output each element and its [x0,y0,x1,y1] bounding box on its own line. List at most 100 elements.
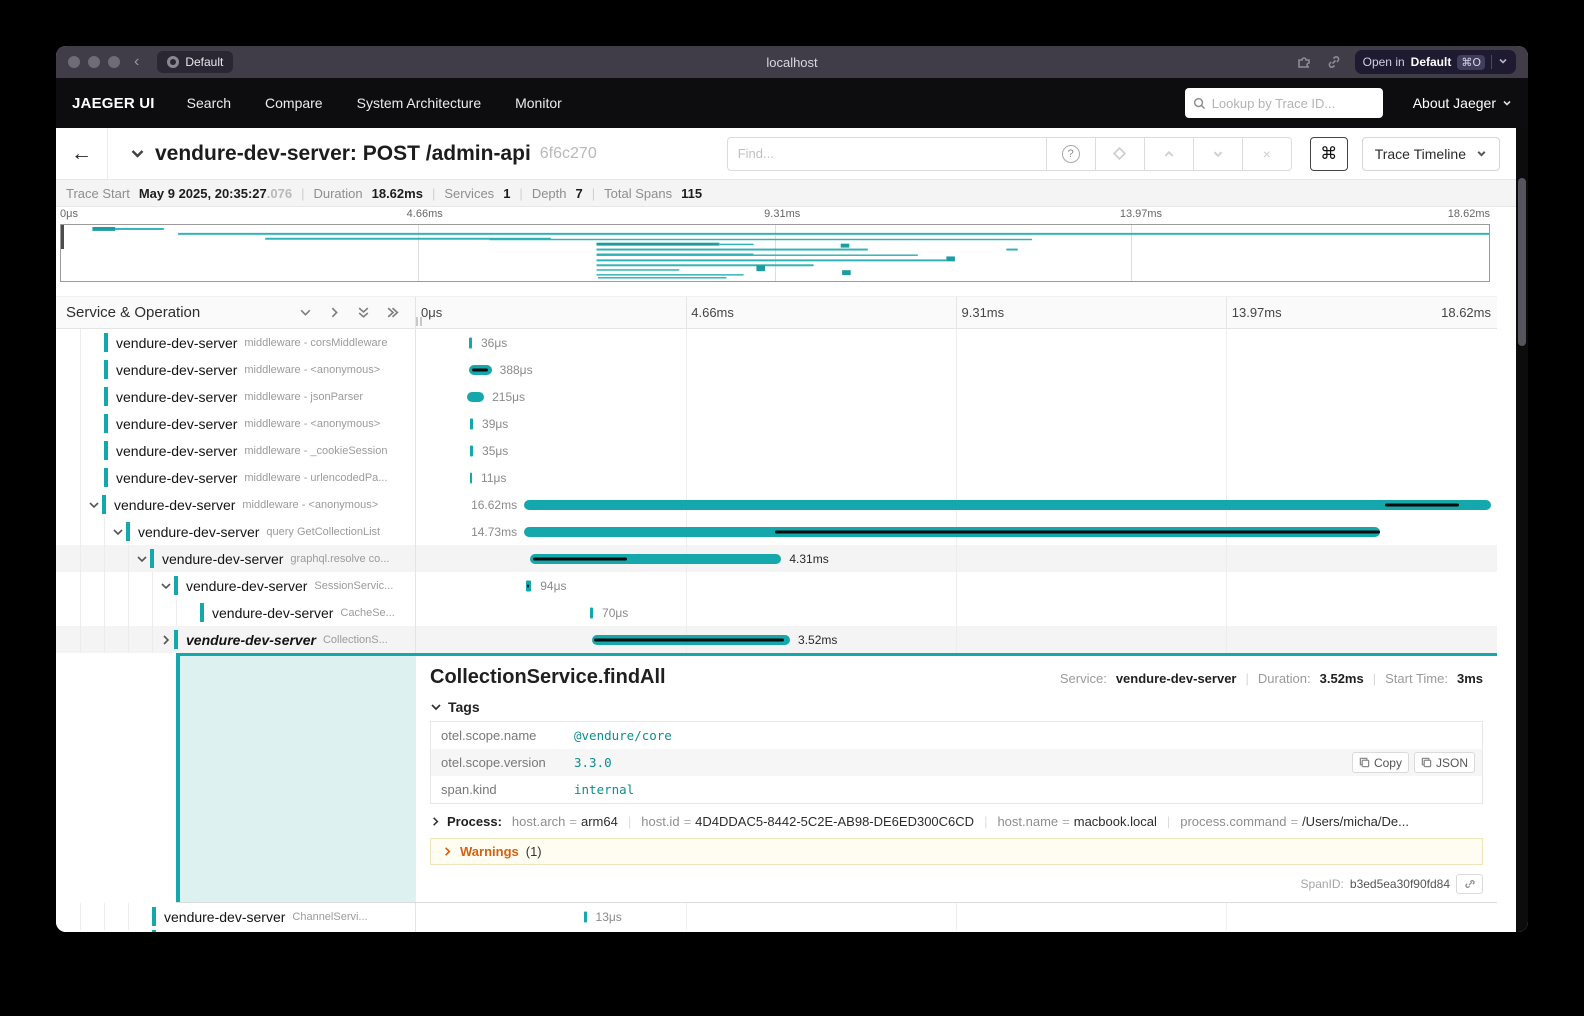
span-timeline-cell[interactable]: 14.73ms [416,518,1497,545]
span-timeline-cell[interactable]: 13μs [416,903,1497,930]
nav-item-system-architecture[interactable]: System Architecture [357,95,482,111]
span-timeline-cell[interactable]: 94μs [416,572,1497,599]
browser-back-icon[interactable]: ‹ [134,53,139,71]
span-row[interactable]: vendure-dev-serverCacheSe...70μs [56,599,1497,626]
minimap-canvas[interactable] [60,224,1490,282]
span-row[interactable]: vendure-dev-servermiddleware - corsMiddl… [56,329,1497,356]
span-name-cell[interactable]: vendure-dev-servermiddleware - <anonymou… [56,410,416,437]
browser-tab[interactable]: Default [157,51,233,73]
deep-link-button[interactable] [1456,874,1483,894]
collapse-one-icon[interactable] [299,306,312,319]
span-timeline-cell[interactable]: 39μs [416,410,1497,437]
trace-minimap[interactable]: 0μs4.66ms9.31ms13.97ms18.62ms [56,207,1516,287]
process-accordion[interactable]: Process: host.arch=arm64|host.id=4D4DDAC… [430,814,1483,829]
span-name-cell[interactable]: vendure-dev-serverCollectionS... [56,626,416,653]
collapse-all-icon[interactable] [357,306,370,319]
span-timeline-cell[interactable]: 16.62ms [416,491,1497,518]
trace-id-lookup[interactable] [1185,88,1383,118]
span-row[interactable]: vendure-dev-servermiddleware - urlencode… [56,464,1497,491]
span-timeline-cell[interactable]: 388μs [416,356,1497,383]
page-scrollbar-thumb[interactable] [1518,178,1526,346]
span-name-cell[interactable]: vendure-dev-serverSessionServic... [56,572,416,599]
span-bar[interactable] [524,500,1490,510]
chevron-down-icon[interactable] [110,526,126,538]
chevron-down-icon[interactable] [158,580,174,592]
span-row[interactable]: vendure-dev-serverSessionServic...94μs [56,572,1497,599]
back-arrow-button[interactable]: ← [56,128,108,179]
span-row[interactable]: vendure-dev-servermiddleware - <anonymou… [56,356,1497,383]
find-clear-button[interactable]: × [1243,137,1292,171]
trace-id-input[interactable] [1212,96,1375,111]
find-locate-button[interactable] [1096,137,1145,171]
span-row[interactable]: vendure-dev-servermiddleware - _cookieSe… [56,437,1497,464]
close-window-button[interactable] [68,56,80,68]
span-name-cell[interactable]: vendure-dev-serverChannelServi... [56,903,416,930]
view-selector-dropdown[interactable]: Trace Timeline [1362,137,1500,171]
page-scrollbar-track[interactable] [1516,128,1528,932]
span-row[interactable]: vendure-dev-serverCollectionS...3.52ms [56,626,1497,653]
chevron-down-icon[interactable] [1498,55,1508,69]
span-bar[interactable] [470,472,472,483]
span-row[interactable]: vendure-dev-servermiddleware - <anonymou… [56,410,1497,437]
span-name-cell[interactable]: vendure-dev-serverquery GetCollectionLis… [56,518,416,545]
find-help-button[interactable]: ? [1047,137,1096,171]
about-jaeger-menu[interactable]: About Jaeger [1413,95,1512,111]
span-row[interactable]: vendure-dev-servermiddleware - <anonymou… [56,491,1497,518]
collapse-trace-chevron-icon[interactable] [130,146,145,161]
span-name-cell[interactable]: vendure-dev-servermiddleware - _cookieSe… [56,437,416,464]
chevron-down-icon[interactable] [134,553,150,565]
span-duration-label: 36μs [481,336,507,350]
span-bar[interactable] [470,445,473,456]
chevron-right-icon[interactable] [158,634,174,646]
span-timeline-cell[interactable]: 35μs [416,437,1497,464]
jaeger-brand[interactable]: JAEGER UI [72,95,155,112]
find-next-button[interactable] [1194,137,1243,171]
span-timeline-cell[interactable]: 4.31ms [416,545,1497,572]
column-resize-grip[interactable] [416,317,422,326]
minimize-window-button[interactable] [88,56,100,68]
span-timeline-cell[interactable]: 36μs [416,329,1497,356]
nav-item-search[interactable]: Search [187,95,231,111]
window-controls[interactable] [68,56,120,68]
tag-row[interactable]: otel.scope.version3.3.0 [431,749,1482,776]
tags-accordion[interactable]: Tags [430,699,1483,715]
span-row[interactable]: vendure-dev-serverquery GetCollectionLis… [56,518,1497,545]
chevron-down-icon[interactable] [86,499,102,511]
nav-item-compare[interactable]: Compare [265,95,323,111]
span-bar[interactable] [469,337,472,348]
span-bar[interactable] [584,911,587,922]
find-input[interactable] [727,137,1047,171]
span-name-cell[interactable]: vendure-dev-serverCacheSe... [56,599,416,626]
minimap-drag-handle[interactable] [61,225,64,249]
span-name-cell[interactable]: vendure-dev-servermiddleware - urlencode… [56,464,416,491]
span-row[interactable]: vendure-dev-serverChannelServi...13μs [56,903,1497,930]
span-timeline-cell[interactable]: 215μs [416,383,1497,410]
share-link-icon[interactable] [1325,53,1343,71]
span-bar[interactable] [467,392,484,402]
span-name-cell[interactable]: vendure-dev-servermiddleware - corsMiddl… [56,329,416,356]
extensions-icon[interactable] [1295,53,1313,71]
expand-all-icon[interactable] [386,306,399,319]
tag-row[interactable]: span.kindinternal [431,776,1482,803]
json-button[interactable]: JSON [1414,752,1475,773]
maximize-window-button[interactable] [108,56,120,68]
span-name-cell[interactable]: vendure-dev-servermiddleware - <anonymou… [56,491,416,518]
keyboard-shortcuts-button[interactable]: ⌘ [1310,137,1348,171]
span-bar[interactable] [470,418,473,429]
open-in-default-button[interactable]: Open in Default ⌘O [1355,50,1516,74]
nav-item-monitor[interactable]: Monitor [515,95,562,111]
span-timeline-cell[interactable]: 70μs [416,599,1497,626]
tag-row[interactable]: otel.scope.name@vendure/core [431,722,1482,749]
span-name-cell[interactable]: vendure-dev-servermiddleware - <anonymou… [56,356,416,383]
find-prev-button[interactable] [1145,137,1194,171]
span-row[interactable]: vendure-dev-servermiddleware - jsonParse… [56,383,1497,410]
warnings-accordion[interactable]: Warnings (1) [430,838,1483,865]
span-name-cell[interactable]: vendure-dev-servergraphql.resolve co... [56,545,416,572]
span-name-cell[interactable]: vendure-dev-servermiddleware - jsonParse… [56,383,416,410]
span-bar[interactable] [590,607,593,618]
span-row[interactable]: vendure-dev-servergraphql.resolve co...4… [56,545,1497,572]
span-timeline-cell[interactable]: 3.52ms [416,626,1497,653]
span-timeline-cell[interactable]: 11μs [416,464,1497,491]
expand-one-icon[interactable] [328,306,341,319]
copy-button[interactable]: Copy [1352,752,1409,773]
